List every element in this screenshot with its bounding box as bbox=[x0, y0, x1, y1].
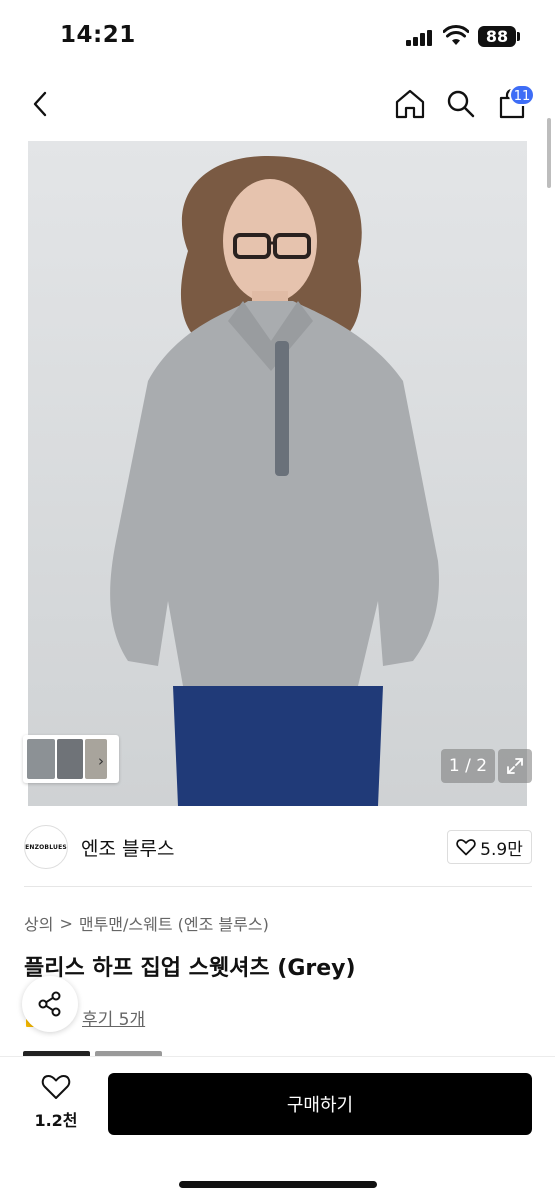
bottom-action-bar: 1.2천 구매하기 bbox=[0, 1056, 555, 1200]
home-icon[interactable] bbox=[390, 78, 430, 130]
share-button[interactable] bbox=[22, 976, 78, 1032]
status-bar: 14:21 88 bbox=[0, 0, 555, 70]
wish-count: 1.2천 bbox=[34, 1111, 78, 1130]
thumbnail-next-icon[interactable]: › bbox=[98, 752, 104, 770]
home-indicator[interactable] bbox=[179, 1181, 377, 1188]
breadcrumb-subcategory[interactable]: 맨투맨/스웨트 (엔조 블루스) bbox=[79, 911, 269, 935]
brand-name[interactable]: 엔조 블루스 bbox=[81, 834, 174, 861]
thumbnail-2[interactable] bbox=[57, 739, 83, 779]
fullscreen-icon[interactable] bbox=[498, 749, 532, 783]
brand-row[interactable]: ENZOBLUES 엔조 블루스 5.9만 bbox=[0, 823, 555, 871]
chevron-right-icon: > bbox=[59, 913, 73, 933]
battery-nub bbox=[517, 32, 520, 41]
battery-icon: 88 bbox=[478, 26, 516, 47]
product-image[interactable] bbox=[28, 141, 527, 806]
status-time: 14:21 bbox=[60, 22, 136, 48]
share-icon bbox=[38, 991, 61, 1017]
page-scrollbar[interactable] bbox=[547, 118, 551, 188]
breadcrumb-category[interactable]: 상의 bbox=[24, 911, 53, 935]
product-title: 플리스 하프 집업 스웻셔츠 (Grey) bbox=[24, 956, 356, 981]
thumbnail-strip[interactable] bbox=[23, 735, 119, 783]
search-icon[interactable] bbox=[441, 78, 481, 130]
buy-button[interactable]: 구매하기 bbox=[108, 1073, 532, 1135]
top-nav bbox=[0, 78, 555, 130]
brand-like-button[interactable]: 5.9만 bbox=[447, 830, 532, 864]
brand-logo[interactable]: ENZOBLUES bbox=[24, 825, 68, 869]
heart-icon bbox=[456, 839, 476, 856]
brand-like-count: 5.9만 bbox=[480, 839, 523, 860]
thumbnail-1[interactable] bbox=[27, 739, 55, 779]
divider bbox=[24, 886, 532, 887]
wifi-icon bbox=[443, 25, 469, 45]
model-photo bbox=[28, 141, 527, 806]
back-icon[interactable] bbox=[22, 78, 58, 130]
review-link[interactable]: 후기 5개 bbox=[82, 1005, 145, 1030]
image-counter: 1 / 2 bbox=[441, 749, 495, 783]
cart-count-badge: 11 bbox=[509, 84, 535, 106]
signal-icon bbox=[406, 30, 434, 46]
wish-button[interactable]: 1.2천 bbox=[26, 1073, 86, 1133]
breadcrumb: 상의 > 맨투맨/스웨트 (엔조 블루스) bbox=[24, 911, 269, 935]
heart-icon bbox=[41, 1075, 71, 1099]
